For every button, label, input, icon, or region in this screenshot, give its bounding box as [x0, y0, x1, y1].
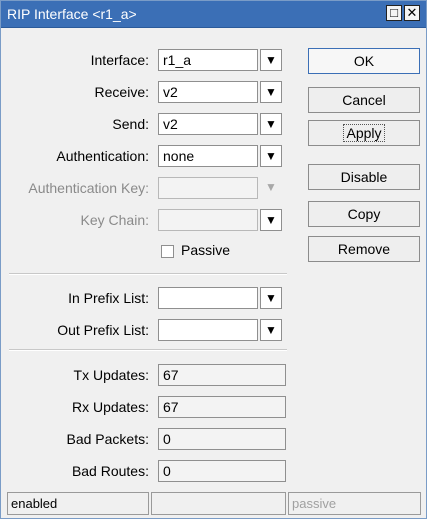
passive-checkbox[interactable] — [161, 245, 174, 258]
bad-packets-label: Bad Packets: — [66, 431, 150, 447]
rx-updates-label: Rx Updates: — [71, 399, 149, 415]
key-chain-field — [158, 209, 258, 231]
close-icon[interactable]: ✕ — [404, 5, 420, 21]
send-dropdown-icon[interactable]: ▼ — [260, 113, 282, 135]
authentication-key-label: Authentication Key: — [28, 180, 149, 196]
out-prefix-list-field[interactable] — [158, 319, 258, 341]
passive-label: Passive — [181, 242, 231, 258]
send-label: Send: — [112, 116, 149, 132]
authentication-label: Authentication: — [56, 148, 149, 164]
receive-label: Receive: — [94, 84, 149, 100]
separator — [9, 349, 287, 351]
status-middle — [151, 492, 286, 515]
bad-packets-value: 0 — [158, 428, 286, 450]
separator — [9, 273, 287, 275]
key-chain-label: Key Chain: — [80, 212, 149, 228]
apply-button-label: Apply — [343, 124, 385, 142]
out-prefix-list-dropdown-icon[interactable]: ▼ — [260, 319, 282, 341]
authentication-dropdown-icon[interactable]: ▼ — [260, 145, 282, 167]
window-title: RIP Interface <r1_a> — [7, 6, 137, 22]
copy-button[interactable]: Copy — [308, 201, 420, 227]
maximize-icon[interactable]: □ — [386, 5, 402, 21]
interface-label: Interface: — [90, 52, 149, 68]
receive-field[interactable]: v2 — [158, 81, 258, 103]
rx-updates-value: 67 — [158, 396, 286, 418]
tx-updates-label: Tx Updates: — [73, 367, 149, 383]
interface-field[interactable]: r1_a — [158, 49, 258, 71]
authentication-key-dropdown-icon: ▼ — [265, 180, 277, 194]
in-prefix-list-dropdown-icon[interactable]: ▼ — [260, 287, 282, 309]
send-field[interactable]: v2 — [158, 113, 258, 135]
title-bar[interactable]: RIP Interface <r1_a> □ ✕ — [1, 1, 426, 28]
in-prefix-list-field[interactable] — [158, 287, 258, 309]
authentication-field[interactable]: none — [158, 145, 258, 167]
status-passive: passive — [288, 492, 421, 515]
authentication-key-field — [158, 177, 258, 199]
key-chain-dropdown-icon[interactable]: ▼ — [260, 209, 282, 231]
apply-button[interactable]: Apply — [308, 120, 420, 146]
interface-dropdown-icon[interactable]: ▼ — [260, 49, 282, 71]
in-prefix-list-label: In Prefix List: — [68, 290, 149, 306]
bad-routes-label: Bad Routes: — [71, 463, 149, 479]
receive-dropdown-icon[interactable]: ▼ — [260, 81, 282, 103]
out-prefix-list-label: Out Prefix List: — [57, 322, 149, 338]
disable-button[interactable]: Disable — [308, 164, 420, 190]
cancel-button[interactable]: Cancel — [308, 87, 420, 113]
ok-button[interactable]: OK — [308, 48, 420, 74]
tx-updates-value: 67 — [158, 364, 286, 386]
bad-routes-value: 0 — [158, 460, 286, 482]
rip-interface-window: RIP Interface <r1_a> □ ✕ Interface: r1_a… — [0, 0, 427, 519]
remove-button[interactable]: Remove — [308, 236, 420, 262]
status-enabled: enabled — [7, 492, 149, 515]
